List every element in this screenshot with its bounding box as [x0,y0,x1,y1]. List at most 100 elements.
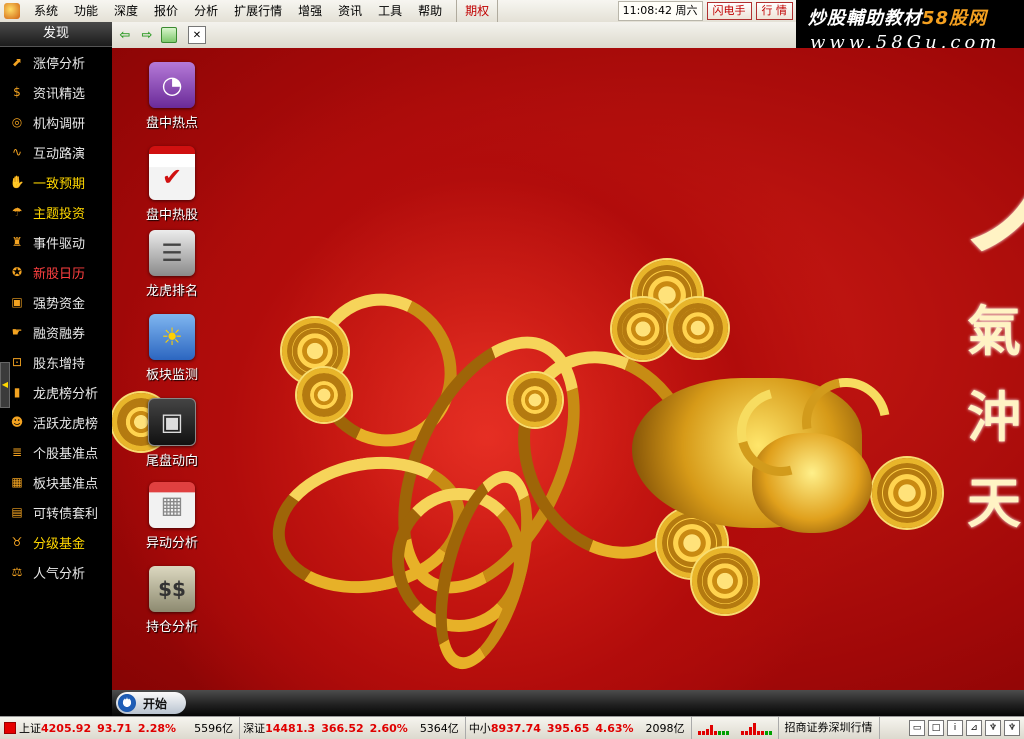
antenna-icon[interactable]: ♆ [1004,720,1020,736]
sidebar-item-label: 股东增持 [33,356,86,372]
sidebar-item-label: 互动路演 [33,146,86,162]
index-value: 8937.74 [490,721,541,735]
quotes-button[interactable]: 行 情 [755,2,793,20]
line-chart-icon: ∿ [11,145,23,159]
sidebar-item-label: 涨停分析 [33,56,86,72]
menu-enhanced[interactable]: 增强 [290,0,330,22]
desktop-icon-label: 板块监测 [145,368,198,383]
desktop-icon-intraday-hotspots[interactable]: ◔ 盘中热点 [130,62,214,131]
blocks-icon: ▦ [11,475,23,489]
menu-quotes[interactable]: 报价 [146,0,186,22]
toolbar: ⇦ ⇨ ✕ [112,22,796,49]
sidebar-item-label: 强势资金 [33,296,86,312]
sidebar-item-15[interactable]: ▤ 可转债套利 [0,497,112,527]
info-icon[interactable]: i [947,720,963,736]
index-value: 14481.3 [265,721,316,735]
sidebar-item-label: 分级基金 [33,536,86,552]
index-volume: 5596亿 [194,722,234,735]
menu-function[interactable]: 功能 [66,0,106,22]
desktop-icon-dragon-tiger-ranking[interactable]: ☰ 龙虎排名 [130,230,214,299]
sidebar-item-label: 活跃龙虎榜 [33,416,99,432]
sidebar-item-13[interactable]: ≣ 个股基准点 [0,437,112,467]
menu-tools[interactable]: 工具 [370,0,410,22]
sidebar-item-7[interactable]: ✪ 新股日历 [0,257,112,287]
forward-arrow-icon[interactable]: ⇨ [138,26,156,44]
index-name: 中小 [468,722,491,735]
sidebar-item-label: 资讯精选 [33,86,86,102]
index-sme[interactable]: 中小 8937.74 395.65 4.63% 2098亿 [466,717,692,739]
index-change: 93.71 [97,721,132,735]
sidebar-item-5[interactable]: ☂ 主题投资 [0,197,112,227]
index-pct: 4.63% [595,721,634,735]
gauge-icon: ◔ [149,62,195,108]
desktop-icon-anomaly-analysis[interactable]: ▦ 异动分析 [130,482,214,551]
desktop-icon-intraday-hot-stocks[interactable]: ✔ 盘中热股 [130,146,214,223]
desktop-icon-label: 盘中热点 [145,116,198,131]
refresh-button[interactable] [160,26,178,44]
sidebar-item-10[interactable]: ⊡ 股东增持 [0,347,112,377]
sidebar-item-2[interactable]: ◎ 机构调研 [0,107,112,137]
refresh-icon [161,27,177,43]
menu-extended-quotes[interactable]: 扩展行情 [226,0,290,22]
broker-name: 招商证券深圳行情 [777,717,880,739]
database-icon: ☰ [149,230,195,276]
sidebar-item-4[interactable]: ✋ 一致预期 [0,167,112,197]
sidebar-item-3[interactable]: ∿ 互动路演 [0,137,112,167]
sidebar-item-6[interactable]: ♜ 事件驱动 [0,227,112,257]
sidebar-item-0[interactable]: ⬈ 涨停分析 [0,47,112,77]
sidebar-item-label: 事件驱动 [33,236,86,252]
menu-system[interactable]: 系统 [26,0,66,22]
wallet-icon: ▤ [11,505,23,519]
index-pct: 2.28% [137,721,177,735]
menu-help[interactable]: 帮助 [410,0,450,22]
sidebar-item-8[interactable]: ▣ 强势资金 [0,287,112,317]
menu-analysis[interactable]: 分析 [186,0,226,22]
sidebar-item-label: 机构调研 [33,116,86,132]
index-volume: 2098亿 [645,722,685,735]
square-icon[interactable]: □ [928,720,944,736]
close-icon[interactable]: ✕ [188,26,206,44]
stack-icon: ≣ [11,445,23,459]
app-logo-icon[interactable] [4,3,20,19]
sidebar-item-9[interactable]: ☛ 融资融券 [0,317,112,347]
market-breadth-indicator [697,721,729,735]
index-name: 上证 [19,722,41,735]
flash-trade-button[interactable]: 闪电手 [706,2,752,20]
index-value: 4205.92 [41,721,92,735]
clock-display: 11:08:42 周六 [617,1,703,21]
sidebar-item-14[interactable]: ▦ 板块基准点 [0,467,112,497]
sidebar-item-12[interactable]: ☻ 活跃龙虎榜 [0,407,112,437]
wallpaper-cloud [297,368,351,422]
index-shenzhen[interactable]: 深证 14481.3 366.52 2.60% 5364亿 [240,717,466,739]
sidebar-item-1[interactable]: $ 资讯精选 [0,77,112,107]
sidebar-item-17[interactable]: ⚖ 人气分析 [0,557,112,587]
menu-depth[interactable]: 深度 [106,0,146,22]
briefcase-icon: ▣ [11,295,23,309]
desktop-icon-label: 龙虎排名 [145,284,198,299]
index-volume: 5364亿 [419,722,459,735]
sidebar-list: ⬈ 涨停分析 $ 资讯精选 ◎ 机构调研 ∿ 互动路演 ✋ 一致预期 ☂ 主题投资 ♜ 事件驱动 ✪ 新股日历… [0,47,112,587]
menu-news[interactable]: 资讯 [330,0,370,22]
sidebar-item-16[interactable]: ♉ 分级基金 [0,527,112,557]
sidebar-item-label: 板块基准点 [33,476,99,492]
desktop-icon-closing-trend[interactable]: ▣ 尾盘动向 [130,398,214,469]
sidebar-collapse-handle[interactable]: ◀ [0,362,10,408]
window-icon[interactable]: ▭ [909,720,925,736]
index-pct: 2.60% [369,721,408,735]
desktop-icon-label: 异动分析 [145,536,198,551]
antenna-icon[interactable]: ♆ [985,720,1001,736]
target-icon: ◎ [11,115,23,129]
wallpaper-cloud [668,298,728,358]
rising-chart-icon: ⬈ [11,55,23,69]
index-shanghai[interactable]: 上证 4205.92 93.71 2.28% 5596亿 [0,717,241,739]
wallpaper-cloud [612,298,674,360]
back-arrow-icon[interactable]: ⇦ [116,26,134,44]
start-button[interactable]: ⏻ 开始 [116,692,186,714]
menu-options[interactable]: 期权 [456,0,499,22]
signal-icon[interactable]: ⊿ [966,720,982,736]
desktop-icon-sector-monitor[interactable]: ☀ 板块监测 [130,314,214,383]
wallpaper-calligraphy-stroke: ノ [957,135,1024,276]
weather-sun-icon: ☀ [149,314,195,360]
desktop-icon-position-analysis[interactable]: $$ 持仓分析 [130,566,214,635]
sidebar-item-11[interactable]: ▮ 龙虎榜分析 [0,377,112,407]
